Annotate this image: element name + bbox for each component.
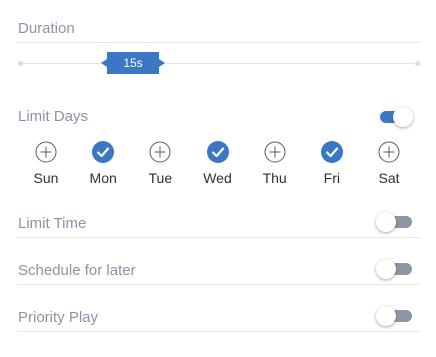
divider	[18, 331, 420, 332]
toggle-knob	[376, 259, 396, 279]
duration-label: Duration	[18, 20, 75, 37]
slider-start-dot	[18, 61, 23, 66]
limit-days-label: Limit Days	[18, 108, 89, 125]
limit-time-label: Limit Time	[18, 215, 87, 232]
circle-plus-icon	[378, 141, 400, 163]
toggle-knob	[376, 306, 396, 326]
divider	[18, 42, 420, 43]
circle-plus-icon	[35, 141, 57, 163]
day-toggle-mon[interactable]: Mon	[73, 141, 133, 186]
day-label: Wed	[203, 170, 232, 186]
duration-slider-handle[interactable]: 15s	[101, 52, 165, 74]
day-toggle-sat[interactable]: Sat	[359, 141, 419, 186]
day-label: Fri	[323, 170, 340, 186]
day-label: Mon	[89, 170, 117, 186]
day-toggle-sun[interactable]: Sun	[16, 141, 76, 186]
day-label: Tue	[148, 170, 173, 186]
schedule-later-toggle[interactable]	[376, 258, 414, 280]
day-label: Sat	[378, 170, 400, 186]
duration-slider-track[interactable]	[20, 63, 418, 64]
duration-value: 15s	[123, 56, 143, 70]
slider-end-dot	[415, 61, 420, 66]
day-toggle-tue[interactable]: Tue	[130, 141, 190, 186]
day-selector: Sun Mon Tue Wed Thu Fri Sat	[18, 141, 418, 191]
day-toggle-thu[interactable]: Thu	[245, 141, 305, 186]
circle-check-icon	[206, 141, 229, 163]
day-toggle-wed[interactable]: Wed	[188, 141, 248, 186]
toggle-knob	[376, 212, 396, 232]
priority-play-label: Priority Play	[18, 309, 99, 326]
priority-play-toggle[interactable]	[376, 305, 414, 327]
divider	[18, 284, 420, 285]
schedule-later-label: Schedule for later	[18, 262, 136, 279]
day-label: Thu	[262, 170, 287, 186]
toggle-knob	[393, 107, 413, 127]
circle-plus-icon	[264, 141, 286, 163]
circle-plus-icon	[149, 141, 171, 163]
limit-time-toggle[interactable]	[376, 211, 414, 233]
circle-check-icon	[92, 141, 115, 163]
divider	[18, 237, 420, 238]
circle-check-icon	[320, 141, 343, 163]
limit-days-toggle[interactable]	[376, 106, 414, 128]
day-toggle-fri[interactable]: Fri	[302, 141, 362, 186]
day-label: Sun	[33, 170, 59, 186]
